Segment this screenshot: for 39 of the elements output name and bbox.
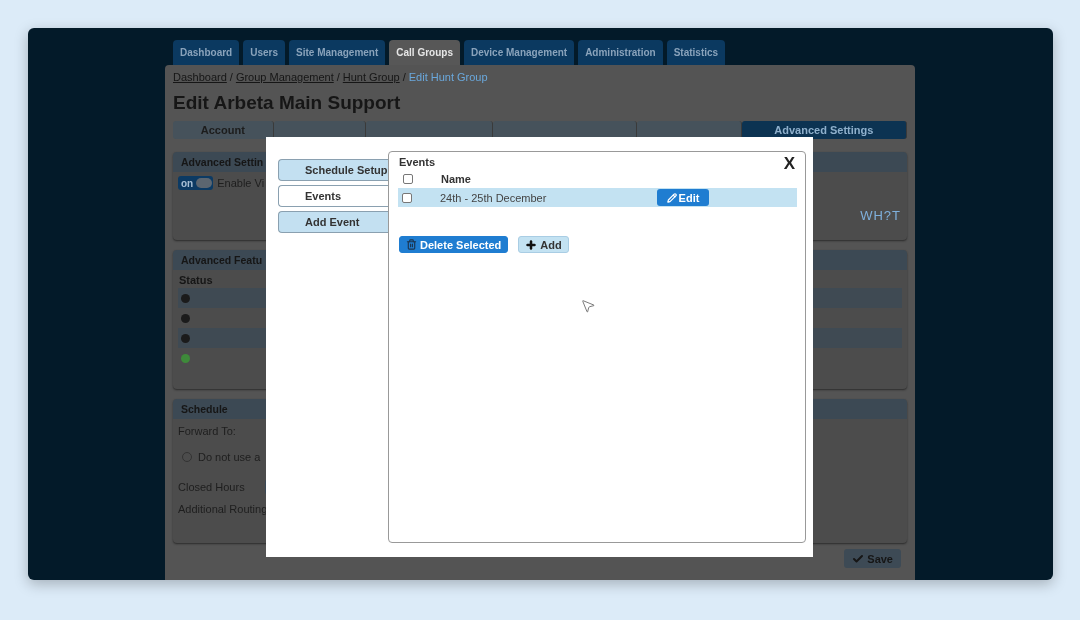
event-row[interactable]: 24th - 25th December Edit <box>398 188 797 207</box>
side-tab[interactable]: Add Event <box>278 211 388 233</box>
nav-tab[interactable]: Administration <box>578 40 663 65</box>
panel-title: Schedule <box>181 403 228 415</box>
nav-tab[interactable]: Call Groups <box>389 40 460 65</box>
page-title: Edit Arbeta Main Support <box>173 92 402 114</box>
breadcrumb-separator: / <box>402 71 406 83</box>
nav-tab[interactable]: Site Management <box>289 40 386 65</box>
breadcrumb-link[interactable]: Group Management <box>235 71 334 83</box>
edit-button[interactable]: Edit <box>657 189 709 206</box>
breadcrumb-link[interactable]: Hunt Group <box>342 71 400 83</box>
nav-tab[interactable]: Statistics <box>666 40 726 65</box>
check-icon <box>852 552 865 565</box>
trash-icon <box>406 239 417 250</box>
breadcrumb-separator: / <box>336 71 340 83</box>
breadcrumb-link[interactable]: Dashboard <box>173 71 227 83</box>
event-name: 24th - 25th December <box>440 191 548 204</box>
checkbox[interactable] <box>402 192 412 203</box>
breadcrumb-current: Edit Hunt Group <box>408 71 488 83</box>
breadcrumb-separator: / <box>229 71 233 83</box>
nav-tab[interactable]: Dashboard <box>173 40 240 65</box>
panel-title: Advanced Settin <box>181 156 264 168</box>
sub-tab[interactable]: Advanced Settings <box>741 121 907 139</box>
logo: WH?T <box>860 208 901 223</box>
panel-title: Advanced Featu <box>181 254 263 266</box>
toggle-switch[interactable]: on <box>178 176 214 190</box>
add-button[interactable]: Add <box>518 236 569 253</box>
pencil-icon <box>666 192 677 203</box>
column-header: Name <box>441 173 471 185</box>
plus-icon <box>525 238 538 251</box>
nav-tab[interactable]: Users <box>243 40 286 65</box>
side-tab[interactable]: Schedule Setup <box>278 159 388 181</box>
delete-button[interactable]: Delete Selected <box>399 236 509 253</box>
nav-tab[interactable]: Device Management <box>464 40 575 65</box>
side-tab[interactable]: Events <box>278 185 388 207</box>
checkbox[interactable] <box>403 174 413 184</box>
cursor-icon <box>580 298 596 314</box>
close-button[interactable]: X <box>783 154 795 174</box>
panel-heading: Events <box>399 156 436 168</box>
